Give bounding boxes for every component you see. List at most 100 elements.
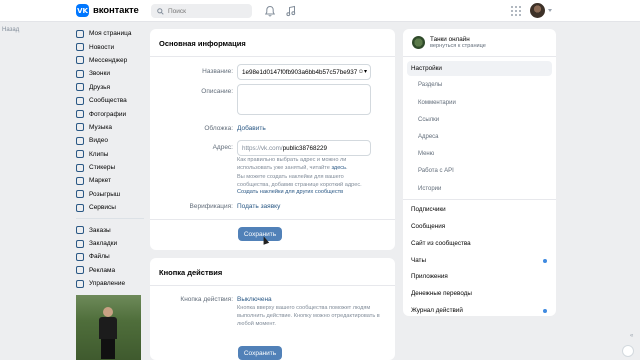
news-icon — [76, 43, 84, 52]
emoji-icon[interactable]: ☺▾ — [358, 68, 367, 75]
chevron-down-icon[interactable] — [548, 9, 552, 12]
sidebar-item-label: Сообщества — [89, 97, 127, 105]
sidebar-item[interactable]: Моя страница — [76, 27, 144, 40]
apps-grid-icon[interactable] — [511, 6, 521, 16]
save-button[interactable]: Сохранить — [238, 227, 282, 241]
panel-menu-item-label: Чаты — [411, 256, 426, 264]
group-back-link[interactable]: вернуться к странице — [430, 43, 486, 49]
sidebar-item[interactable]: Видео — [76, 134, 144, 147]
sidebar-item-label: Мессенджер — [89, 56, 128, 64]
sidebar-item[interactable]: Клипы — [76, 148, 144, 161]
vk-logo-text: вконтакте — [93, 5, 139, 16]
panel-menu-item[interactable]: Денежные переводы — [407, 286, 552, 301]
panel-menu-item-label: Приложения — [411, 273, 448, 281]
collapse-icon[interactable]: « — [630, 333, 633, 339]
sidebar-item[interactable]: Друзья — [76, 81, 144, 94]
bell-icon[interactable] — [264, 5, 276, 17]
panel-menu-item-label: Журнал действий — [411, 307, 463, 314]
sidebar-item[interactable]: Новости — [76, 40, 144, 53]
panel-menu-item-label: Сообщения — [411, 223, 446, 230]
cover-label: Обложка: — [204, 125, 233, 132]
panel-menu-item[interactable]: Чаты — [407, 253, 552, 268]
sidebar-item[interactable]: Фотографии — [76, 107, 144, 120]
sidebar-item[interactable]: Маркет — [76, 174, 144, 187]
action-save-button[interactable]: Сохранить — [238, 346, 282, 360]
sidebar-item[interactable]: Стикеры — [76, 161, 144, 174]
panel-menu-item[interactable]: Подписчики — [407, 202, 552, 217]
panel-menu-item-label: Подписчики — [411, 206, 446, 214]
search-icon — [157, 7, 164, 15]
panel-menu-item[interactable]: Адреса — [407, 129, 552, 144]
cover-add-link[interactable]: Добавить — [237, 125, 266, 132]
sidebar-item-label: Звонки — [89, 70, 110, 78]
panel-menu-item[interactable]: Меню — [407, 147, 552, 162]
messenger-icon — [76, 56, 84, 65]
action-button-status[interactable]: Выключена — [237, 296, 272, 303]
search-box[interactable] — [151, 4, 252, 18]
sidebar-item[interactable]: Управление — [76, 277, 144, 290]
address-field[interactable]: https://vk.com/public38768229 — [237, 140, 371, 156]
panel-menu-item[interactable]: Разделы — [407, 78, 552, 93]
services-icon — [76, 203, 84, 212]
vk-logo[interactable]: VK вконтакте — [76, 4, 139, 17]
user-avatar[interactable] — [530, 3, 545, 18]
address-prefix: https://vk.com/ — [242, 144, 283, 152]
card-divider — [150, 56, 395, 57]
action-button-hint: Кнопка вверху вашего сообщества поможет … — [237, 305, 380, 327]
sidebar-item-label: Стикеры — [89, 164, 116, 172]
basic-info-card: Основная информация Название: 1e98e1d014… — [150, 29, 395, 250]
panel-menu-item[interactable]: Работа с API — [407, 164, 552, 179]
sidebar-item-label: Новости — [89, 43, 115, 51]
top-bar: VK вконтакте — [0, 0, 640, 22]
card-divider — [150, 219, 395, 220]
panel-menu-item[interactable]: Журнал действий — [407, 303, 552, 318]
sidebar-item-label: Маркет — [89, 177, 112, 185]
sidebar-item-label: Закладки — [89, 240, 118, 248]
search-input[interactable] — [168, 7, 248, 15]
group-header[interactable]: Танки онлайн вернуться к странице — [412, 36, 486, 49]
sidebar-item-label: Реклама — [89, 266, 116, 274]
address-hint-link[interactable]: здесь — [331, 165, 346, 171]
sidebar-item[interactable]: Музыка — [76, 121, 144, 134]
panel-menu-item-label: Адреса — [418, 133, 439, 140]
panel-menu-item[interactable]: Сайт из сообщества — [407, 236, 552, 251]
panel-menu-item[interactable]: Сообщения — [407, 219, 552, 234]
verification-label: Верификация: — [189, 203, 233, 210]
home-icon — [76, 29, 84, 38]
sidebar-item[interactable]: Реклама — [76, 264, 144, 277]
person-figure — [98, 307, 118, 359]
sidebar-item[interactable]: Закладки — [76, 237, 144, 250]
group-avatar — [412, 36, 425, 49]
sticker-link[interactable]: Создать наклейки для других сообществ — [237, 189, 377, 197]
panel-menu-item-label: Меню — [418, 151, 435, 158]
panel-menu-item[interactable]: Настройки — [407, 61, 552, 76]
music-icon — [76, 123, 84, 132]
sidebar-item[interactable]: Сервисы — [76, 201, 144, 214]
panel-menu-item[interactable]: Приложения — [407, 269, 552, 284]
panel-menu-item[interactable]: Ссылки — [407, 112, 552, 127]
panel-menu-item[interactable]: Комментарии — [407, 95, 552, 110]
chat-bubble-icon[interactable] — [622, 345, 634, 357]
back-link[interactable]: Назад — [2, 27, 19, 33]
sticker-icon — [76, 163, 84, 172]
sidebar-item[interactable]: Файлы — [76, 250, 144, 263]
sidebar-item[interactable]: Розыгрыш — [76, 188, 144, 201]
sidebar-item[interactable]: Мессенджер — [76, 54, 144, 67]
panel-menu-item[interactable]: Истории — [407, 181, 552, 196]
sidebar-nav: Моя страница Новости Мессенджер Звонки Друзь… — [76, 27, 144, 290]
sidebar-item-label: Друзья — [89, 83, 111, 91]
action-button-card: Кнопка действия Кнопка действия: Выключе… — [150, 258, 395, 360]
sidebar-item[interactable]: Звонки — [76, 67, 144, 80]
sidebar-item[interactable]: Сообщества — [76, 94, 144, 107]
description-field[interactable] — [237, 84, 371, 115]
sidebar-promo-image[interactable] — [76, 295, 141, 360]
sidebar-item-label: Видео — [89, 137, 108, 145]
panel-menu-item-label: Работа с API — [418, 168, 454, 175]
name-field[interactable]: 1e98e1d0147f0fb903a6bb4b57c57be937 ☺▾ — [237, 64, 371, 80]
music-icon[interactable] — [285, 5, 297, 17]
sidebar-item[interactable]: Заказы — [76, 223, 144, 236]
verification-link[interactable]: Подать заявку — [237, 203, 280, 210]
photo-icon — [76, 110, 84, 119]
sidebar-item-label: Музыка — [89, 123, 112, 131]
sidebar-divider — [76, 218, 144, 220]
